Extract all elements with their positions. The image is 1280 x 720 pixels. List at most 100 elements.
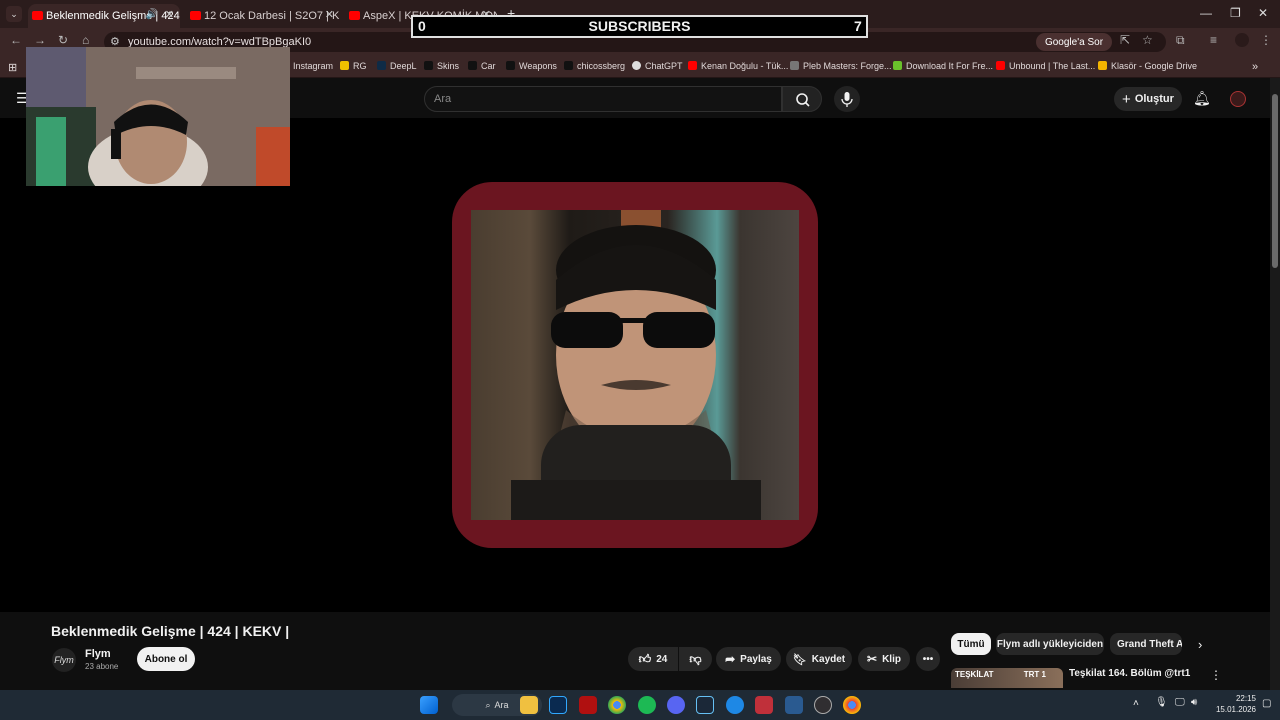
filezilla-icon[interactable]	[579, 696, 597, 714]
bookmark-weapons[interactable]: Weapons	[506, 61, 557, 71]
close-tab-icon[interactable]: ✕	[165, 8, 174, 21]
forward-icon[interactable]: →	[34, 33, 46, 47]
channel-name[interactable]: Flym	[85, 648, 111, 660]
media-icon[interactable]: ≡	[1210, 33, 1217, 47]
tray-volume-icon[interactable]: 🔊︎	[1191, 697, 1197, 708]
subscriber-counter-right: 7	[854, 18, 862, 34]
chevron-right-icon[interactable]: ›	[1198, 637, 1202, 652]
bookmark-car[interactable]: Car	[468, 61, 496, 71]
tray-mic-icon[interactable]: 🎙︎	[1155, 697, 1168, 708]
more-bookmarks-icon[interactable]: »	[1252, 61, 1258, 73]
bookmark-rg[interactable]: RG	[340, 61, 367, 71]
taskbar-search-label: Ara	[494, 700, 509, 710]
reload-icon[interactable]: ↻	[58, 33, 68, 47]
close-tab-icon[interactable]: ✕	[325, 8, 334, 21]
thumbs-down-icon: 👎︎	[689, 651, 702, 666]
back-icon[interactable]: ←	[10, 33, 22, 47]
recommended-thumbnail[interactable]: TEŞKİLAT TRT 1	[951, 668, 1063, 688]
tray-network-icon[interactable]: 🖵	[1175, 697, 1185, 708]
discord-icon[interactable]	[667, 696, 685, 714]
app-icon[interactable]	[726, 696, 744, 714]
file-explorer-icon[interactable]	[520, 696, 538, 714]
apps-icon[interactable]: ⊞	[8, 61, 17, 74]
bookmark-unbound[interactable]: Unbound | The Last...	[996, 61, 1095, 71]
like-count: 24	[656, 653, 668, 665]
create-label: Oluştur	[1134, 93, 1174, 105]
channel-subscriber-count: 23 abone	[85, 662, 119, 671]
bookmark-skins[interactable]: Skins	[424, 61, 459, 71]
share-button[interactable]: ➦ Paylaş	[716, 647, 781, 671]
extensions-icon[interactable]: ⧉	[1176, 33, 1185, 48]
channel-badge: TRT 1	[1023, 670, 1046, 679]
spotify-icon[interactable]	[638, 696, 656, 714]
video-editor-icon[interactable]	[755, 696, 773, 714]
chrome-icon[interactable]	[608, 696, 626, 714]
dislike-button[interactable]: 👎︎	[679, 647, 712, 671]
save-label: Kaydet	[811, 653, 846, 665]
steam-icon[interactable]	[696, 696, 714, 714]
like-button[interactable]: 👍︎ 24	[628, 647, 678, 671]
home-icon[interactable]: ⌂	[82, 33, 89, 47]
chip-gta[interactable]: Grand Theft Auto	[1110, 633, 1182, 655]
audio-icon[interactable]: 🔊	[146, 9, 158, 20]
channel-avatar[interactable]: Flym	[52, 648, 76, 672]
tab-title: 12 Ocak Darbesi | S2O7 | KEKV	[204, 10, 340, 22]
photoshop-icon[interactable]	[549, 696, 567, 714]
restore-icon[interactable]: ❐	[1230, 6, 1241, 20]
subscribe-label: Abone ol	[144, 653, 188, 665]
profile-avatar[interactable]	[1235, 33, 1249, 47]
voice-search-button[interactable]	[834, 86, 860, 112]
bookmark-download[interactable]: Download It For Fre...	[893, 61, 993, 71]
save-button[interactable]: 🔖︎ Kaydet	[786, 647, 852, 671]
search-icon	[796, 93, 810, 107]
tab-list-dropdown-icon[interactable]: ⌄	[6, 6, 22, 22]
notifications-bell-icon[interactable]: 🔔︎	[1193, 90, 1211, 107]
menu-icon[interactable]: ⋮	[1260, 33, 1272, 47]
search-input[interactable]	[424, 86, 782, 112]
account-avatar[interactable]	[1230, 91, 1246, 107]
plus-icon: +	[1122, 90, 1131, 108]
bookmark-pleb-masters[interactable]: Pleb Masters: Forge...	[790, 61, 892, 71]
install-app-icon[interactable]: ⇱	[1120, 33, 1130, 47]
taskbar-clock[interactable]: 22:15 15.01.2026	[1208, 693, 1256, 715]
recommended-menu-icon[interactable]: ⋮	[1210, 668, 1222, 682]
tray-chevron-icon[interactable]: ˄	[1133, 698, 1139, 709]
video-thumbnail-character	[471, 210, 799, 520]
close-window-icon[interactable]: ✕	[1258, 6, 1268, 20]
tab-active[interactable]: Beklenmedik Gelişme | 424 🔊 ✕	[28, 4, 180, 28]
windows-start-icon[interactable]	[420, 696, 438, 714]
bookmark-star-icon[interactable]: ☆	[1142, 33, 1153, 47]
search-button[interactable]	[782, 86, 822, 112]
clock-date: 15.01.2026	[1215, 705, 1256, 714]
search-placeholder: Ara	[434, 93, 452, 105]
clip-button[interactable]: ✂ Klip	[858, 647, 910, 671]
subscribe-button[interactable]: Abone ol	[137, 647, 195, 671]
chrome-active-icon[interactable]	[843, 696, 861, 714]
more-actions-button[interactable]: •••	[916, 647, 940, 671]
chip-all[interactable]: Tümü	[951, 633, 991, 655]
bookmark-kenan[interactable]: Kenan Doğulu - Tük...	[688, 61, 788, 71]
webcam-feed	[26, 47, 290, 186]
minimize-icon[interactable]: —	[1200, 6, 1212, 20]
subscriber-counter-title: SUBSCRIBERS	[588, 18, 691, 34]
tab-title: Beklenmedik Gelişme | 424	[46, 10, 180, 22]
recommended-title[interactable]: Teşkilat 164. Bölüm @trt1	[1069, 668, 1190, 679]
chip-from-uploader[interactable]: Flym adlı yükleyiciden	[996, 633, 1104, 655]
notification-center-icon[interactable]: ▢	[1262, 698, 1271, 709]
create-button[interactable]: + Oluştur	[1114, 87, 1182, 111]
bookmark-icon: 🔖︎	[792, 653, 807, 666]
bookmark-deepl[interactable]: DeepL	[377, 61, 417, 71]
video-title: Beklenmedik Gelişme | 424 | KEKV |	[51, 623, 290, 639]
search-icon: ⌕	[485, 699, 491, 710]
bookmark-chatgpt[interactable]: ChatGPT	[632, 61, 683, 71]
scrollbar-thumb[interactable]	[1272, 94, 1278, 268]
tab-2[interactable]: 12 Ocak Darbesi | S2O7 | KEKV ✕	[186, 4, 340, 28]
bookmark-drive[interactable]: Klasör - Google Drive	[1098, 61, 1197, 71]
app-icon-2[interactable]	[785, 696, 803, 714]
share-icon: ➦	[725, 652, 736, 666]
obs-icon[interactable]	[814, 696, 832, 714]
youtube-favicon-icon	[32, 11, 43, 20]
bookmark-chicossberg[interactable]: chicossberg	[564, 61, 625, 71]
google-ask-button[interactable]: Google'a Sor	[1036, 33, 1112, 51]
bookmark-instagram[interactable]: Instagram	[293, 61, 333, 71]
